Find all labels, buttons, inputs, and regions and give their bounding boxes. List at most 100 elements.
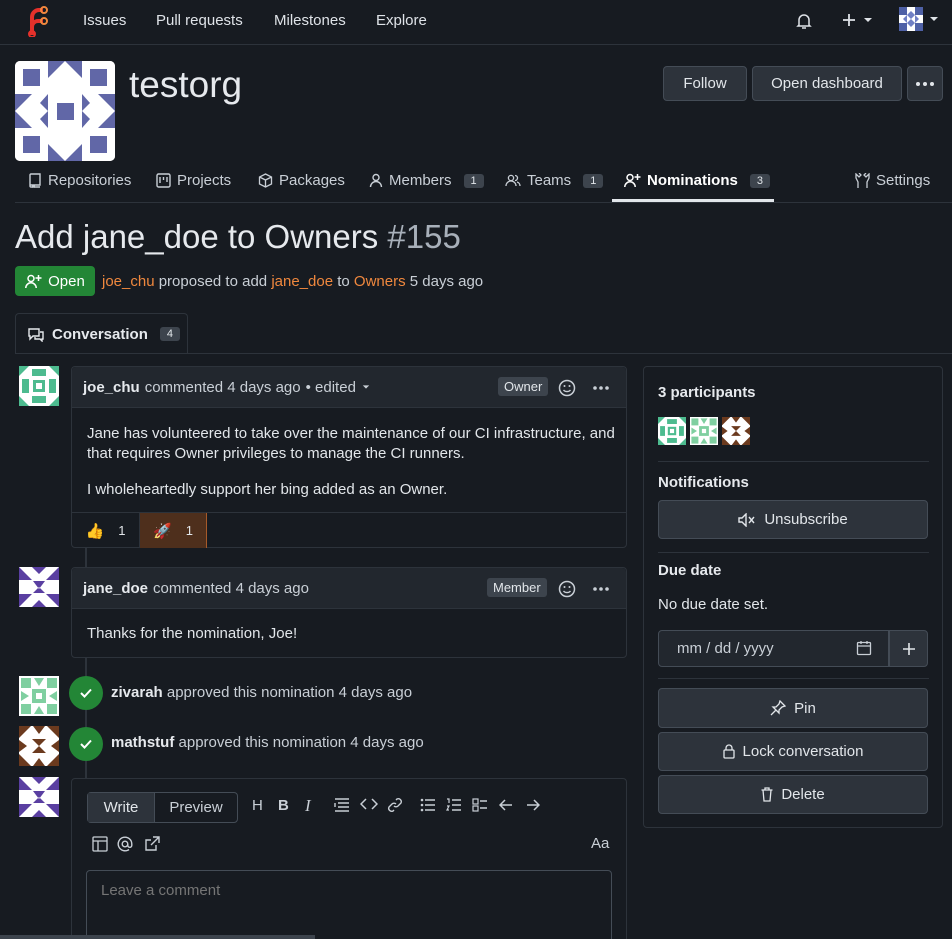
participants-heading: 3 participants — [658, 384, 756, 401]
event-text: approved this nomination 4 days ago — [178, 734, 424, 751]
kebab-horizontal-icon[interactable] — [593, 587, 609, 591]
comment: joe_chu commented 4 days ago • edited Ow… — [71, 366, 627, 548]
kebab-horizontal-icon[interactable] — [593, 386, 609, 390]
font-toggle-button[interactable]: Aa — [591, 835, 609, 852]
tab-write[interactable]: Write — [88, 793, 155, 822]
calendar-icon[interactable] — [856, 640, 872, 656]
bold-icon[interactable]: B — [278, 797, 289, 814]
avatar[interactable] — [690, 417, 718, 445]
more-options-button[interactable] — [907, 66, 943, 101]
nav-pull-requests[interactable]: Pull requests — [156, 12, 243, 29]
smiley-icon[interactable] — [558, 379, 576, 397]
author-link[interactable]: joe_chu — [102, 273, 155, 290]
avatar[interactable] — [658, 417, 686, 445]
pin-icon — [770, 700, 787, 716]
comment-paragraph: Thanks for the nomination, Joe! — [87, 625, 298, 642]
tab-repositories[interactable]: Repositories — [28, 172, 131, 189]
edited-menu[interactable]: • edited — [306, 379, 356, 396]
comment-timestamp: commented 4 days ago — [144, 378, 301, 396]
heading-icon[interactable]: H — [252, 797, 263, 814]
table-icon[interactable] — [92, 836, 108, 852]
tasklist-icon[interactable] — [472, 798, 488, 812]
avatar[interactable] — [722, 417, 750, 445]
tab-preview[interactable]: Preview — [155, 793, 237, 822]
cross-reference-icon[interactable] — [144, 836, 160, 852]
follow-button[interactable]: Follow — [663, 66, 747, 101]
delete-button[interactable]: Delete — [658, 775, 928, 814]
user-menu-button[interactable] — [899, 7, 939, 31]
unsubscribe-button[interactable]: Unsubscribe — [658, 500, 928, 539]
meta-text: proposed to add — [158, 273, 268, 290]
tab-nominations[interactable]: Nominations 3 — [624, 172, 770, 189]
caret-down-icon — [930, 17, 938, 21]
event-user[interactable]: mathstuf — [111, 734, 174, 751]
due-date-input[interactable]: mm / dd / yyyy — [658, 630, 889, 667]
button-label: Delete — [781, 786, 825, 803]
link-icon[interactable] — [387, 797, 403, 813]
button-label: Pin — [794, 699, 816, 717]
nominee-link[interactable]: jane_doe — [271, 273, 333, 290]
avatar[interactable] — [19, 777, 59, 817]
nav-explore[interactable]: Explore — [376, 12, 427, 29]
tab-packages[interactable]: Packages — [258, 172, 345, 189]
numbered-list-icon[interactable] — [446, 798, 462, 812]
comment-author[interactable]: joe_chu — [83, 379, 140, 396]
reaction-rocket[interactable]: 🚀 1 — [140, 513, 207, 548]
divider — [15, 353, 952, 354]
user-avatar — [899, 7, 923, 31]
comment-author[interactable]: jane_doe — [83, 580, 148, 597]
italic-icon[interactable]: I — [305, 796, 311, 816]
nav-issues[interactable]: Issues — [83, 12, 126, 29]
reaction-count: 1 — [118, 523, 126, 538]
caret-down-icon — [864, 18, 872, 22]
divider — [658, 552, 929, 553]
tab-conversation[interactable]: Conversation 4 — [15, 313, 188, 354]
button-label: Unsubscribe — [764, 511, 848, 528]
tab-projects[interactable]: Projects — [156, 172, 231, 189]
lock-conversation-button[interactable]: Lock conversation — [658, 732, 928, 771]
org-avatar — [15, 61, 115, 161]
smiley-icon[interactable] — [558, 580, 576, 598]
button-label: Lock conversation — [742, 743, 864, 760]
comment-paragraph: I wholeheartedly support her bing added … — [87, 481, 448, 498]
plus-icon — [902, 642, 915, 655]
active-tab-indicator — [612, 199, 774, 202]
thumbs-up-icon: 👍 — [85, 522, 105, 540]
avatar[interactable] — [19, 366, 59, 406]
tab-label: Projects — [177, 172, 232, 189]
avatar[interactable] — [19, 567, 59, 607]
create-menu-button[interactable] — [841, 12, 873, 28]
code-icon[interactable] — [360, 798, 378, 810]
avatar[interactable] — [19, 676, 59, 716]
issue-number: #155 — [387, 218, 461, 255]
status-label: Open — [48, 272, 85, 290]
comment-paragraph: Jane has volunteered to take over the ma… — [87, 425, 615, 462]
comment-textarea[interactable] — [86, 870, 612, 939]
tab-label: Teams — [527, 172, 572, 189]
add-due-date-button[interactable] — [889, 630, 928, 667]
quote-icon[interactable] — [334, 798, 350, 812]
plus-icon — [843, 14, 855, 26]
arrow-right-icon[interactable] — [526, 799, 540, 811]
people-icon — [505, 174, 521, 187]
participant-avatars — [658, 417, 750, 445]
arrow-left-icon[interactable] — [499, 799, 513, 811]
event-user[interactable]: zivarah — [111, 684, 163, 701]
tab-teams[interactable]: Teams 1 — [505, 172, 604, 189]
forgejo-logo-icon[interactable] — [26, 5, 48, 37]
pin-button[interactable]: Pin — [658, 688, 928, 728]
open-dashboard-button[interactable]: Open dashboard — [752, 66, 902, 101]
avatar[interactable] — [19, 726, 59, 766]
team-link[interactable]: Owners — [354, 273, 406, 290]
comment-discussion-icon — [28, 327, 44, 342]
bullet-list-icon[interactable] — [420, 798, 436, 812]
mention-icon[interactable] — [117, 836, 133, 852]
tab-settings[interactable]: Settings — [855, 172, 930, 189]
tab-members[interactable]: Members 1 — [369, 172, 484, 189]
reaction-thumbs-up[interactable]: 👍 1 — [72, 513, 140, 548]
nav-milestones[interactable]: Milestones — [274, 12, 346, 29]
approval-event: mathstuf approved this nomination 4 days… — [111, 734, 424, 751]
person-add-icon — [624, 173, 641, 188]
bell-icon[interactable] — [795, 12, 813, 30]
horizontal-scrollbar[interactable] — [0, 935, 315, 939]
